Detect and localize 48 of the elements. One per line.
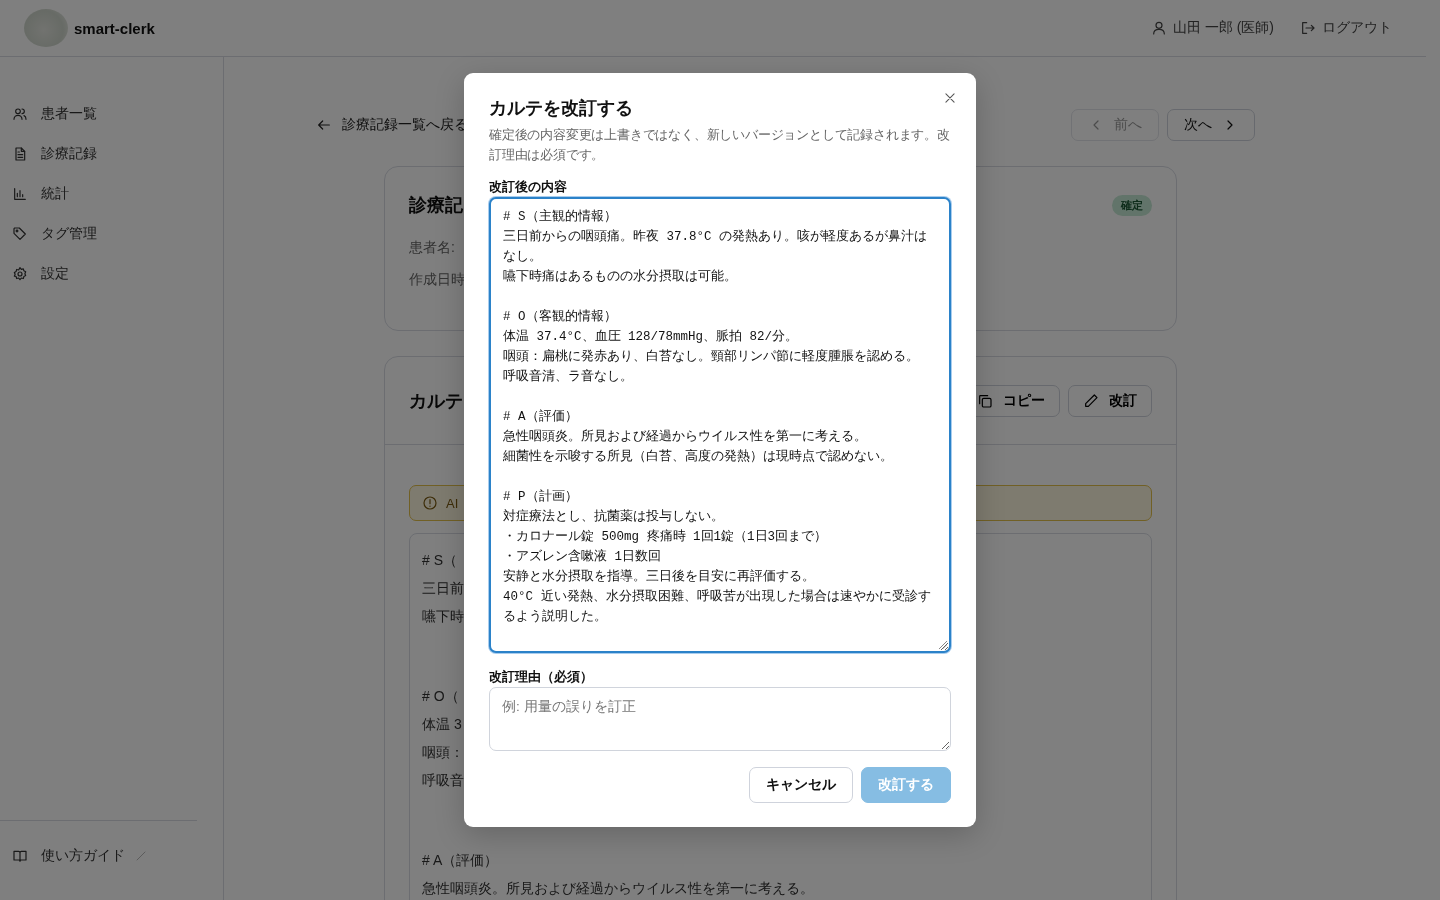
record-field: 作成日時 — [409, 271, 465, 289]
back-arrow-icon — [316, 117, 332, 133]
content-line: 咽頭： — [422, 743, 464, 762]
content-line: 体温 3 — [422, 715, 462, 734]
next-button[interactable]: 次へ — [1167, 109, 1255, 141]
notice-text: AI — [446, 495, 459, 511]
diagonal-line-icon — [135, 850, 147, 862]
user-name: 山田 一郎 (医師) — [1172, 19, 1274, 37]
sidebar-item[interactable]: 診療記録 — [0, 134, 223, 174]
content-line: # A（評価） — [422, 851, 499, 870]
content-field[interactable]: # S（主観的情報） 三日前からの咽頭痛。昨夜 37.8°C の発熱あり。咳が軽度あるが鼻汁はなし。 嚥下時痛はあるものの水分摂取は可能。 # O（客観的情報） 体温 37.4°C、血圧 128/78mmHg、脈拍 82/分。 咽頭：扁桃に発赤あり、白苔なし。頸部リンパ節に軽度腫脹を認める。 呼吸音清、ラ音なし。 # A（評価） 急性咽頭炎。所見および経過からウイルス性を第一に考える。 細菌性を示唆する所見（白苔、高度の発熱）は現時点で認めない。 # P（計画） 対症療法とし、抗菌薬は投与しない。 ・カロナール錠 500mg 疼痛時 1回1錠（1日3回まで） ・アズレン含嗽液 1日数回 安静と水分摂取を指導。三日後を目安に再評価する。 40°C 近い発熱、水分摂取困難、呼吸苦が出現した場合は速やかに受診するよう説明した。 — [489, 197, 951, 654]
sidebar-item[interactable]: 患者一覧 — [0, 94, 223, 134]
document-icon — [12, 146, 28, 162]
logout-button[interactable]: ログアウト — [1300, 19, 1392, 37]
sidebar-item[interactable]: 統計 — [0, 174, 223, 214]
content-line: 急性咽頭炎。所見および経過からウイルス性を第一に考える。 — [422, 879, 814, 898]
sidebar-item[interactable]: タグ管理 — [0, 214, 223, 254]
dialog-description: 確定後の内容変更は上書きではなく、新しいバージョンとして記録されます。改訂理由は必須です。 — [489, 126, 951, 164]
content-title: カルテ — [409, 389, 463, 413]
content-line: 嚥下時 — [422, 607, 464, 626]
content-line: # S（ — [422, 551, 457, 570]
users-icon — [12, 106, 28, 122]
book-icon — [12, 848, 28, 864]
content-line: 三日前 — [422, 579, 464, 598]
sidebar-item[interactable]: 設定 — [0, 254, 223, 294]
status-badge: 確定 — [1112, 194, 1152, 216]
record-title: 診療記 — [409, 194, 463, 217]
user-icon — [1150, 20, 1167, 36]
record-field: 患者名: — [409, 239, 455, 257]
content-line: # O（ — [422, 687, 459, 706]
reason-field[interactable]: 例: 用量の誤りを訂正 — [489, 687, 951, 751]
settings-icon — [12, 266, 28, 282]
logout-icon — [1300, 20, 1316, 36]
pencil-icon — [1083, 392, 1099, 409]
logo-icon — [24, 9, 68, 47]
dialog-title: カルテを改訂する — [489, 97, 634, 119]
close-icon — [943, 91, 957, 105]
app-name: smart-clerk — [74, 19, 155, 37]
guide-link[interactable]: 使い方ガイド — [0, 836, 125, 876]
bar-chart-icon — [12, 186, 28, 202]
alert-icon — [422, 495, 438, 511]
copy-icon — [977, 392, 993, 409]
cancel-button[interactable]: キャンセル — [749, 767, 853, 803]
reason-label: 改訂理由（必須） — [489, 669, 594, 686]
revise-button[interactable]: 改訂 — [1068, 384, 1152, 417]
content-label: 改訂後の内容 — [489, 179, 568, 195]
tag-icon — [12, 226, 28, 242]
content-line: 呼吸音 — [422, 771, 464, 790]
